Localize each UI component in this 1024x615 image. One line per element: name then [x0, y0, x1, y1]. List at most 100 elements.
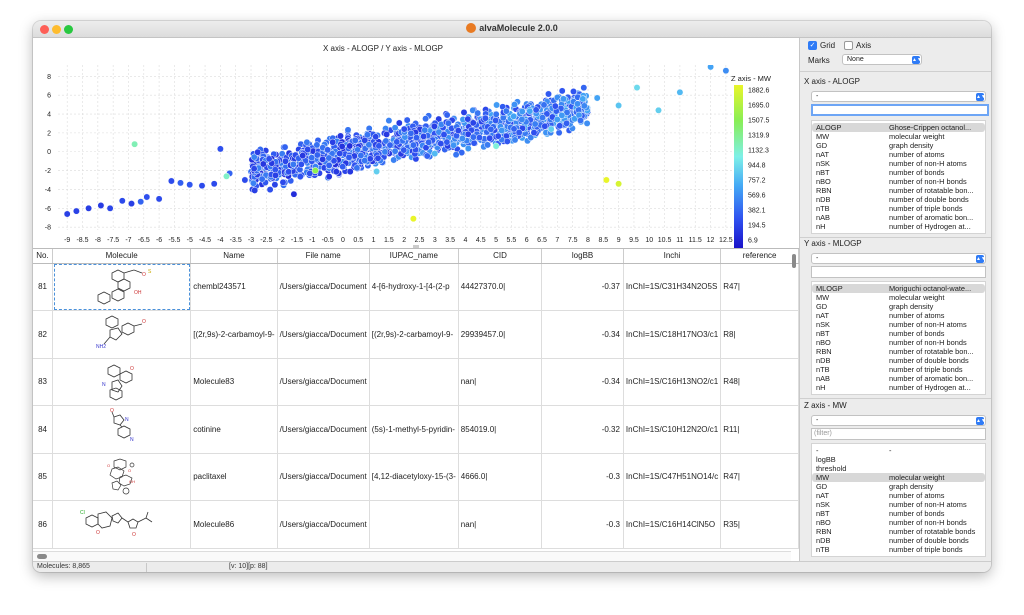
y-axis-variable-row[interactable]: nDB number of double bonds: [812, 356, 985, 365]
x-axis-variable-row[interactable]: nAT number of atoms: [812, 150, 985, 159]
row-number: 83: [33, 358, 54, 406]
table-vertical-scroll-thumb[interactable]: [792, 254, 796, 268]
z-axis-variable-row[interactable]: threshold: [812, 464, 985, 473]
x-axis-variable-row[interactable]: nSK number of non-H atoms: [812, 159, 985, 168]
molecule-structure-cell[interactable]: O S OH: [52, 263, 192, 311]
y-axis-variable-row[interactable]: MLOGP Moriguchi octanol-wate...: [812, 284, 985, 293]
data-point: [374, 154, 382, 162]
column-header-cid[interactable]: CID: [458, 249, 543, 264]
column-header-name[interactable]: Name: [190, 249, 278, 264]
variable-description: molecular weight: [889, 473, 945, 482]
column-header-logbb[interactable]: logBB: [541, 249, 624, 264]
scatter-plot[interactable]: X axis - ALOGP / Y axis - MLOGP -9 -8.5 -8…: [33, 38, 799, 248]
z-axis-variable-row[interactable]: nDB number of double bonds: [812, 536, 985, 545]
variable-description: number of non-H atoms: [889, 320, 967, 329]
z-axis-variable-row[interactable]: MW molecular weight: [812, 473, 985, 482]
column-header-inchi[interactable]: Inchi: [623, 249, 722, 264]
window-title: alvaMolecule 2.0.0: [479, 23, 558, 33]
table-row[interactable]: 84 O N N cotinine /Users/giacca/Document (…: [33, 405, 799, 454]
svg-text:N: N: [102, 382, 106, 388]
variable-description: number of rotatable bonds: [889, 527, 976, 536]
data-point: [450, 141, 458, 149]
x-axis-variable-row[interactable]: nBO number of non-H bonds: [812, 177, 985, 186]
table-row[interactable]: 83 ON Molecule83 /Users/giacca/Document: [33, 358, 799, 406]
x-axis-variable-list[interactable]: ALOGP Ghose-Crippen octanol... MW molecular…: [811, 120, 986, 234]
y-axis-category-select[interactable]: - ▲▼: [811, 253, 986, 264]
x-axis-variable-row[interactable]: MW molecular weight: [812, 132, 985, 141]
y-axis-variable-list[interactable]: MLOGP Moriguchi octanol-wate... MW molecula…: [811, 281, 986, 395]
grid-checkbox[interactable]: ✓: [808, 41, 817, 50]
molecule-structure-cell[interactable]: Cl O O: [52, 500, 192, 549]
marks-dropdown[interactable]: None ▲▼: [842, 54, 922, 65]
y-axis-variable-row[interactable]: nTB number of triple bonds: [812, 365, 985, 374]
z-axis-variable-row[interactable]: RBN number of rotatable bonds: [812, 527, 985, 536]
y-axis-variable-row[interactable]: nAB number of aromatic bon...: [812, 374, 985, 383]
molecule-structure-cell[interactable]: O O OH: [52, 453, 192, 501]
x-axis-variable-row[interactable]: ALOGP Ghose-Crippen octanol...: [812, 123, 985, 132]
variable-description: number of non-H bonds: [889, 338, 967, 347]
variable-description: graph density: [889, 141, 934, 150]
y-axis-variable-row[interactable]: nH number of Hydrogen at...: [812, 383, 985, 392]
colorbar-tick-label: 1319.9: [748, 133, 770, 140]
x-axis-filter-input[interactable]: [811, 104, 989, 116]
y-axis-variable-row[interactable]: GD graph density: [812, 302, 985, 311]
data-point: [707, 65, 715, 71]
y-axis-variable-row[interactable]: nAT number of atoms: [812, 311, 985, 320]
x-axis-variable-row[interactable]: nBT number of bonds: [812, 168, 985, 177]
table-horizontal-scrollbar[interactable]: [33, 551, 791, 561]
scatter-plot-panel[interactable]: X axis - ALOGP / Y axis - MLOGP -9 -8.5 -8…: [33, 38, 799, 248]
data-point: [602, 176, 610, 184]
z-axis-variable-list[interactable]: - - logBB threshold MW molecular weight GD grap…: [811, 443, 986, 557]
z-axis-variable-row[interactable]: logBB: [812, 455, 985, 464]
y-axis-filter-input[interactable]: [811, 266, 986, 278]
x-axis-variable-row[interactable]: nDB number of double bonds: [812, 195, 985, 204]
x-axis-variable-row[interactable]: nTB number of triple bonds: [812, 204, 985, 213]
x-axis-variable-row[interactable]: GD graph density: [812, 141, 985, 150]
y-axis-variable-row[interactable]: RBN number of rotatable bon...: [812, 347, 985, 356]
z-axis-filter-input[interactable]: (filter): [811, 428, 986, 440]
table-row[interactable]: 85 O O OH paclitaxel /Users/giacca/Docum…: [33, 453, 799, 501]
data-point: [409, 141, 417, 149]
molecule-table[interactable]: No. Molecule Name File name IUPAC_name C…: [33, 249, 799, 549]
column-header-reference[interactable]: reference: [720, 249, 799, 264]
table-row[interactable]: 86 Cl O O Molecule86 /Users/giacca/Docum…: [33, 500, 799, 549]
axis-checkbox[interactable]: [844, 41, 853, 50]
title-bar[interactable]: alvaMolecule 2.0.0: [33, 21, 991, 38]
grid-label: Grid: [820, 41, 836, 50]
z-axis-variable-row[interactable]: GD graph density: [812, 482, 985, 491]
table-row[interactable]: 81 O S OH chembl243571 /Users/giacca/Doc…: [33, 263, 799, 311]
status-bar: Molecules: 8,865 [v: 10][p: 88]: [33, 561, 991, 572]
y-axis-variable-row[interactable]: nBT number of bonds: [812, 329, 985, 338]
x-axis-variable-row[interactable]: nAB number of aromatic bon...: [812, 213, 985, 222]
variable-description: number of aromatic bon...: [889, 374, 974, 383]
z-axis-variable-row[interactable]: --: [812, 446, 985, 455]
column-header-molecule[interactable]: Molecule: [52, 249, 192, 264]
file-name-cell: /Users/giacca/Document: [277, 500, 370, 549]
column-header-no[interactable]: No.: [33, 249, 54, 264]
app-logo-icon: [466, 23, 477, 33]
z-axis-variable-row[interactable]: nTB number of triple bonds: [812, 545, 985, 554]
column-header-iupac-name[interactable]: IUPAC_name: [369, 249, 459, 264]
reference-cell: R8|: [720, 310, 799, 359]
molecule-structure-cell[interactable]: O N N: [52, 405, 192, 454]
x-axis-variable-row[interactable]: nH number of Hydrogen at...: [812, 222, 985, 231]
table-horizontal-scroll-thumb[interactable]: [37, 554, 47, 559]
z-axis-variable-row[interactable]: nAT number of atoms: [812, 491, 985, 500]
x-axis-category-select[interactable]: - ▲▼: [811, 91, 986, 102]
z-axis-variable-row[interactable]: nBO number of non-H bonds: [812, 518, 985, 527]
z-axis-variable-row[interactable]: nBT number of bonds: [812, 509, 985, 518]
table-vertical-scrollbar[interactable]: [791, 250, 797, 548]
table-row[interactable]: 82 O NH2 [(2r,9s)-2-carbamoyl-9- /Users/g…: [33, 310, 799, 359]
y-axis-variable-row[interactable]: nSK number of non-H atoms: [812, 320, 985, 329]
molecule-structure-cell[interactable]: ON: [52, 358, 192, 406]
molecule-structure-cell[interactable]: O NH2: [52, 310, 192, 359]
data-point: [324, 146, 332, 154]
z-axis-variable-row[interactable]: nSK number of non-H atoms: [812, 500, 985, 509]
column-header-file-name[interactable]: File name: [277, 249, 370, 264]
y-axis-variable-row[interactable]: MW molecular weight: [812, 293, 985, 302]
x-axis-variable-row[interactable]: RBN number of rotatable bon...: [812, 186, 985, 195]
data-point: [383, 130, 391, 138]
z-axis-category-select[interactable]: - ▲▼: [811, 415, 986, 426]
data-point: [304, 146, 312, 153]
y-axis-variable-row[interactable]: nBO number of non-H bonds: [812, 338, 985, 347]
